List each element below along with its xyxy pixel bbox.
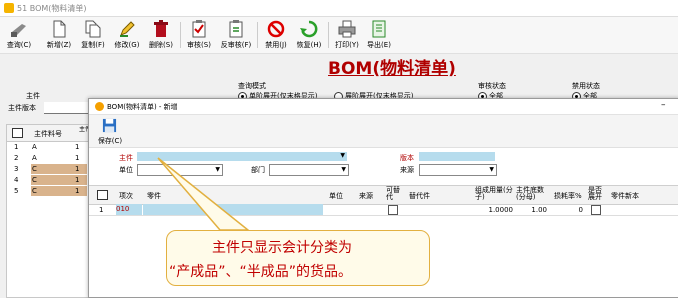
unapprove-icon <box>229 20 243 38</box>
col-header-source: 来源 <box>359 192 373 200</box>
main-toolbar: 查询(C) 新增(Z) 复制(F) 修改(G) 删除(S) 审核(S) 反审核(… <box>0 17 678 54</box>
grid-settings-icon[interactable] <box>12 128 23 138</box>
table-row[interactable]: 4C1 <box>7 175 87 185</box>
restore-icon <box>300 20 318 38</box>
edit-icon <box>120 21 135 37</box>
col-header-unit: 单位 <box>329 192 343 200</box>
dialog-titlebar: BOM(物料清单) - 新增 – <box>89 99 678 115</box>
disable-button[interactable]: 禁用(J) <box>261 19 291 51</box>
dialog-toolbar: 保存(C) <box>89 115 678 148</box>
main-part-label: 主件 <box>119 154 133 162</box>
query-button[interactable]: 查询(C) <box>4 19 34 51</box>
query-icon <box>11 24 26 37</box>
print-icon <box>338 20 356 38</box>
window-title: 51 BOM(物料清单) <box>17 4 87 13</box>
toolbar-separator <box>257 22 258 48</box>
disable-status-label: 禁用状态 <box>572 82 600 90</box>
toolbar-separator <box>180 22 181 48</box>
numerator-cell[interactable]: 1.0000 <box>483 206 514 214</box>
chevron-down-icon[interactable]: ▼ <box>340 152 345 159</box>
export-icon <box>372 20 386 38</box>
delete-button[interactable]: 删除(S) <box>146 19 176 51</box>
col-header-denominator: 主件底数(分母) <box>516 186 544 201</box>
grid-settings-icon[interactable] <box>97 190 108 200</box>
col-header-loss-rate: 损耗率% <box>554 192 582 200</box>
chevron-down-icon[interactable]: ▼ <box>489 166 494 173</box>
callout-pointer <box>157 157 251 231</box>
window-titlebar: 51 BOM(物料清单) <box>0 0 678 17</box>
delete-icon <box>154 20 168 37</box>
col-header-numerator: 组成用量(分子) <box>475 186 513 201</box>
bom-list-grid: 主件料号 主件新本 1A1 2A1 3C1 4C1 5C1 <box>6 124 90 298</box>
table-row[interactable]: 2A1 <box>7 153 87 163</box>
col-header-substitute: 替代件 <box>409 192 430 200</box>
app-icon <box>4 3 14 13</box>
dialog-title: BOM(物料清单) - 新增 <box>107 103 178 111</box>
version-label: 版本 <box>400 154 414 162</box>
disable-icon <box>267 20 285 38</box>
unapprove-button[interactable]: 反审核(F) <box>218 19 254 51</box>
page-title: BOM(物料清单) <box>328 59 456 79</box>
restore-button[interactable]: 恢复(H) <box>294 19 324 51</box>
version-input[interactable] <box>419 152 495 161</box>
filter-main-part-version-input[interactable] <box>44 102 88 114</box>
denominator-cell[interactable]: 1.00 <box>519 206 547 214</box>
chevron-down-icon[interactable]: ▼ <box>341 166 346 173</box>
col-header-part-version: 零件新本 <box>611 192 639 200</box>
substitutable-checkbox[interactable] <box>388 205 398 215</box>
expand-checkbox[interactable] <box>591 205 601 215</box>
save-icon <box>102 118 117 133</box>
table-row[interactable]: 3C1 <box>7 164 87 174</box>
table-row[interactable]: 5C1 <box>7 186 87 196</box>
new-document-icon <box>53 20 66 38</box>
approve-icon <box>192 20 206 38</box>
toolbar-separator <box>328 22 329 48</box>
filter-main-part-version-label: 主件版本 <box>8 104 36 112</box>
approve-button[interactable]: 审核(S) <box>184 19 214 51</box>
mode-label: 查询模式 <box>238 82 266 90</box>
minimize-button[interactable]: – <box>661 100 666 110</box>
source-label: 来源 <box>400 166 414 174</box>
dept-select[interactable]: ▼ <box>269 164 349 176</box>
col-header-part-code: 主件料号 <box>34 130 62 138</box>
audit-status-label: 审核状态 <box>478 82 506 90</box>
col-header-item: 项次 <box>119 192 133 200</box>
col-header-substitutable: 可替代 <box>386 186 400 201</box>
callout-line-2: “产成品”、“半成品”的货品。 <box>169 264 353 280</box>
callout-note: 主件只显示会计分类为 “产成品”、“半成品”的货品。 <box>166 230 430 286</box>
dialog-app-icon <box>95 102 104 111</box>
callout-line-1: 主件只显示会计分类为 <box>212 240 352 256</box>
col-header-expand: 是否展开 <box>588 186 602 201</box>
loss-rate-cell[interactable]: 0 <box>559 206 583 214</box>
export-button[interactable]: 导出(E) <box>364 19 394 51</box>
unit-label: 单位 <box>119 166 133 174</box>
source-select[interactable]: ▼ <box>419 164 497 176</box>
save-button[interactable]: 保存(C) <box>95 117 125 145</box>
print-button[interactable]: 打印(Y) <box>332 19 362 51</box>
filter-main-part-label: 主件 <box>26 92 40 100</box>
copy-button[interactable]: 复制(F) <box>78 19 108 51</box>
bom-list-header: 主件料号 主件新本 <box>7 125 89 142</box>
new-button[interactable]: 新增(Z) <box>44 19 74 51</box>
edit-button[interactable]: 修改(G) <box>112 19 142 51</box>
copy-icon <box>85 20 101 38</box>
table-row[interactable]: 1A1 <box>7 142 87 152</box>
item-cell[interactable]: 010 <box>116 204 142 215</box>
